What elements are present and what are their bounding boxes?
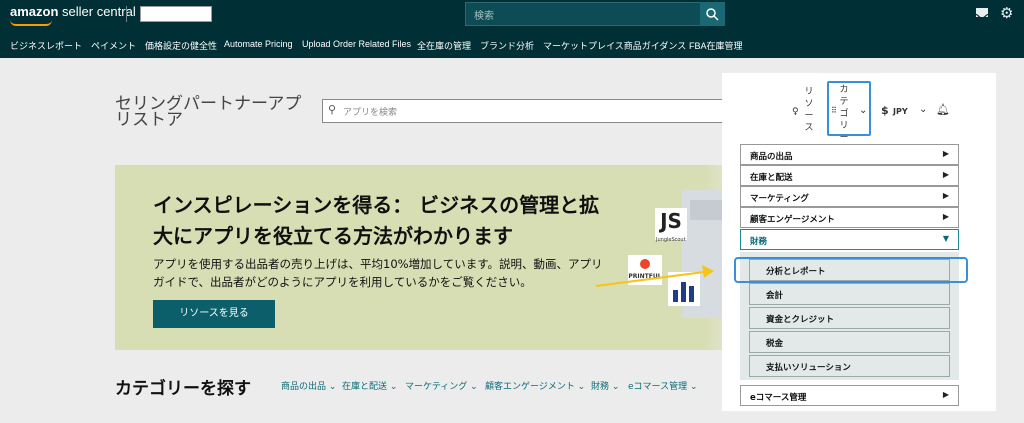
chevron-down-icon: ⌄ [859,105,868,116]
caret-down-icon: ▼ [942,234,949,243]
chevron-down-icon[interactable]: ⌄ [919,104,927,115]
dropdown-item-label: 商品の出品 [750,152,793,162]
category-button-label: カテゴリー [839,85,849,143]
submenu-item-funding-credit[interactable]: 資金とクレジット [749,307,950,329]
submenu-item-label: 会計 [766,291,784,301]
dropdown-item-label: 財務 [750,237,768,247]
bell-icon[interactable]: 🔔︎ [936,103,950,116]
caret-right-icon: ▶ [942,191,949,200]
lightbulb-icon: ♀ [792,107,799,117]
dropdown-item-marketing[interactable]: マーケティング ▶ [740,186,959,207]
caret-right-icon: ▶ [942,149,949,158]
category-link-engagement[interactable]: 顧客エンゲージメント ⌄ [485,379,585,392]
dropdown-item-label: マーケティング [750,194,809,204]
submenu-item-payment-solutions[interactable]: 支払いソリューション [749,355,950,377]
category-link-marketing[interactable]: マーケティング ⌄ [405,379,478,392]
submenu-item-label: 支払いソリューション [766,363,851,373]
caret-right-icon: ▶ [942,170,949,179]
explore-categories-title: カテゴリーを探す [115,379,251,399]
caret-right-icon: ▶ [942,390,949,399]
category-link-listing[interactable]: 商品の出品 ⌄ [281,379,336,392]
submenu-item-label: 資金とクレジット [766,315,835,325]
highlight-box [734,257,968,283]
category-link-inventory[interactable]: 在庫と配送 ⌄ [342,379,397,392]
dropdown-item-label: 顧客エンゲージメント [750,215,835,225]
dropdown-item-listing[interactable]: 商品の出品 ▶ [740,144,959,165]
dropdown-item-finance[interactable]: 財務 ▼ [740,229,959,250]
submenu-item-accounting[interactable]: 会計 [749,283,950,305]
dropdown-item-label: eコマース管理 [750,393,807,403]
dropdown-item-label: 在庫と配送 [750,173,793,183]
dropdown-item-ecommerce[interactable]: eコマース管理 ▶ [740,385,959,406]
submenu-item-tax[interactable]: 税金 [749,331,950,353]
resources-button[interactable]: リソース [804,86,814,134]
dollar-icon: $ [881,104,889,117]
caret-right-icon: ▶ [942,212,949,221]
currency-selector[interactable]: JPY [893,107,908,116]
dropdown-item-engagement[interactable]: 顧客エンゲージメント ▶ [740,207,959,228]
category-link-ecommerce[interactable]: eコマース管理 ⌄ [628,379,698,392]
submenu-item-label: 税金 [766,339,784,349]
category-link-finance[interactable]: 財務 ⌄ [591,379,619,392]
dropdown-item-inventory[interactable]: 在庫と配送 ▶ [740,165,959,186]
grid-icon: ⠿ [831,106,837,115]
